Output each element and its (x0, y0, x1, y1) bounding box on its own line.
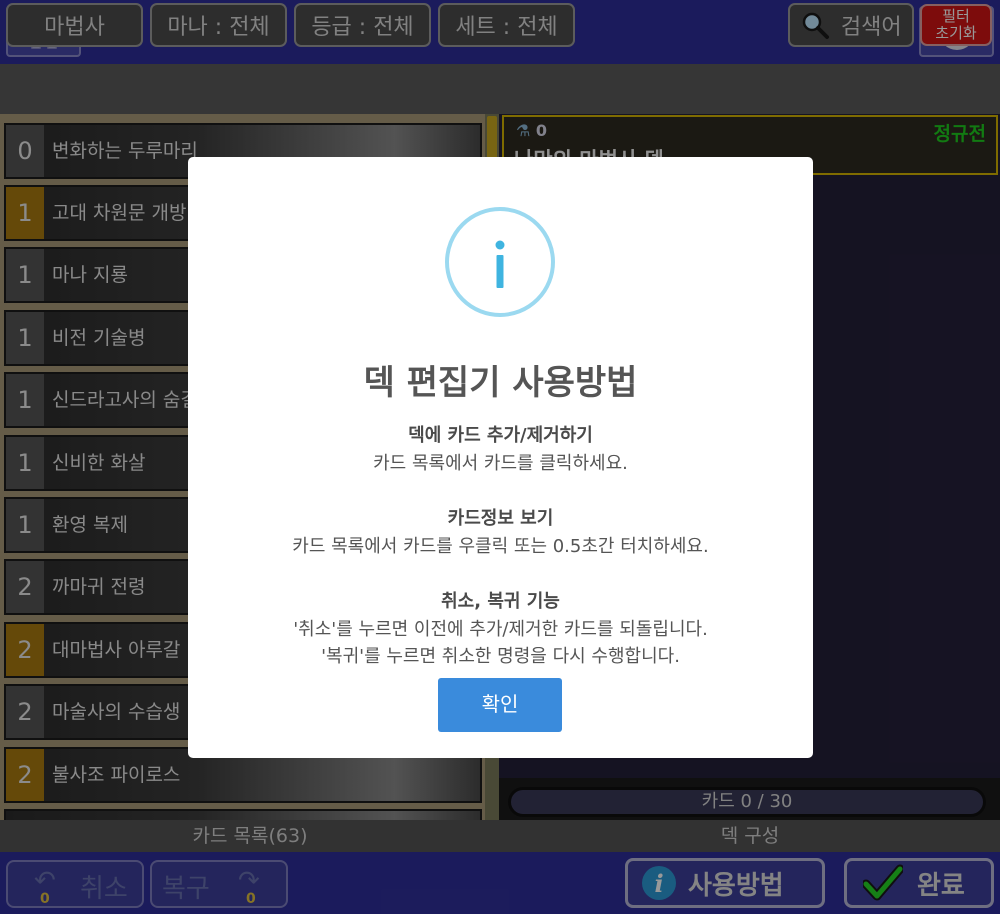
section-heading: 덱에 카드 추가/제거하기 (408, 425, 593, 446)
section-text: 카드 목록에서 카드를 클릭하세요. (373, 453, 628, 474)
section-text: '취소'를 누르면 이전에 추가/제거한 카드를 되돌립니다. (293, 619, 708, 640)
section-text: '복귀'를 누르면 취소한 명령을 다시 수행합니다. (321, 646, 680, 667)
section-text: 카드 목록에서 카드를 우클릭 또는 0.5초간 터치하세요. (292, 536, 709, 557)
section-heading: 취소, 복귀 기능 (441, 591, 560, 612)
info-icon (445, 207, 555, 317)
confirm-button[interactable]: 확인 (438, 678, 562, 732)
dialog-title: 덱 편집기 사용방법 (363, 363, 638, 403)
section-heading: 카드정보 보기 (447, 508, 554, 529)
help-dialog: 덱 편집기 사용방법 덱에 카드 추가/제거하기 카드 목록에서 카드를 클릭하… (188, 157, 813, 758)
